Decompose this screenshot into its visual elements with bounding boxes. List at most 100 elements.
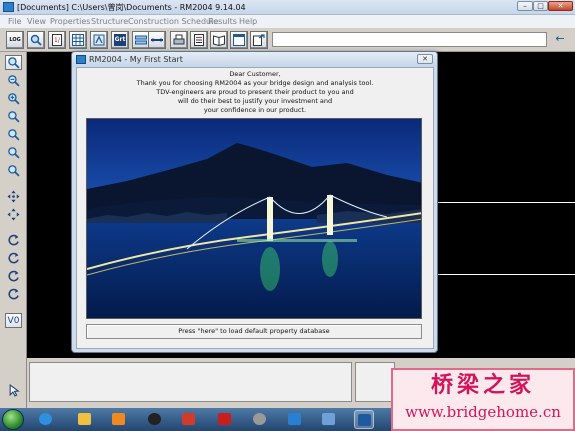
folder-icon — [78, 413, 91, 425]
window-icon — [233, 34, 245, 46]
menu-view[interactable]: View — [27, 15, 46, 28]
app-icon — [288, 413, 301, 425]
menu-results[interactable]: Results — [208, 15, 237, 28]
watermark-title: 桥梁之家 — [430, 372, 535, 398]
taskbar-rm2004[interactable] — [354, 410, 374, 429]
dialog-close-button[interactable]: ✕ — [417, 54, 433, 64]
menu-properties[interactable]: Properties — [50, 15, 90, 28]
browser-icon — [39, 413, 52, 425]
zoom-window-tool[interactable] — [5, 91, 22, 106]
zoom-window-icon — [8, 93, 20, 105]
taskbar-chat[interactable] — [250, 410, 270, 429]
zoom-out-icon — [8, 75, 20, 87]
grid-button[interactable]: Grt — [111, 31, 129, 49]
log-icon: LOG — [9, 37, 21, 43]
output-box[interactable] — [29, 362, 352, 402]
move-arrows-icon — [7, 208, 20, 221]
zoom-extend-icon — [8, 147, 20, 159]
taskbar-qq[interactable] — [145, 410, 165, 429]
taskbar-pdf[interactable] — [215, 410, 235, 429]
zoom-out-tool[interactable] — [5, 73, 22, 88]
pointer-icon — [9, 384, 20, 397]
taskbar-game[interactable] — [179, 410, 199, 429]
zoom-previous-tool[interactable] — [5, 127, 22, 142]
workspace-line — [438, 274, 575, 275]
rotate-y-tool[interactable] — [5, 251, 22, 266]
taskbar-virtualbox[interactable] — [319, 410, 339, 429]
command-input[interactable] — [272, 32, 547, 47]
maximize-button[interactable]: □ — [533, 1, 548, 11]
rotate-reset-tool[interactable] — [5, 287, 22, 302]
book-icon — [213, 35, 225, 46]
window-button[interactable] — [230, 31, 248, 49]
rotate-icon — [8, 252, 19, 264]
penguin-icon — [148, 413, 161, 425]
grid-icon: Grt — [114, 34, 126, 46]
calculator-button[interactable]: 1/ — [48, 31, 66, 49]
taskbar-ie[interactable] — [36, 410, 56, 429]
bridge-photo-image — [87, 119, 421, 318]
move-arrows-icon — [7, 190, 20, 203]
pdf-icon — [218, 413, 231, 425]
report-button[interactable] — [190, 31, 208, 49]
dialog-app-icon — [76, 55, 86, 64]
zoom-all-tool[interactable] — [5, 109, 22, 124]
menu-structure[interactable]: Structure — [91, 15, 128, 28]
table-button[interactable] — [69, 31, 87, 49]
chat-icon — [253, 413, 266, 425]
rotate-icon — [8, 270, 19, 282]
load-database-label[interactable]: Press "here" to load default property da… — [86, 324, 422, 339]
table-icon — [72, 34, 84, 46]
cable-button[interactable] — [148, 31, 166, 49]
zoom-reset-icon — [8, 165, 20, 177]
cable-icon — [151, 38, 163, 42]
watermark-url: www.bridgehome.cn — [405, 403, 561, 421]
section-button[interactable] — [90, 31, 108, 49]
beam-icon — [135, 35, 147, 45]
report-icon — [194, 34, 204, 46]
section-icon — [93, 34, 105, 46]
game-icon — [182, 413, 195, 425]
rotate-x-tool[interactable] — [5, 233, 22, 248]
zoom-reset-tool[interactable] — [5, 163, 22, 178]
rotate-icon — [8, 234, 19, 246]
printer-icon — [173, 34, 185, 45]
export-icon — [253, 34, 265, 46]
book-button[interactable] — [210, 31, 228, 49]
start-button[interactable] — [2, 409, 24, 430]
dialog-title: RM2004 - My First Start — [89, 55, 183, 64]
menu-construction-schedule[interactable]: Construction Schedule — [128, 15, 218, 28]
back-arrow-icon[interactable]: ← — [553, 33, 567, 46]
cube-icon — [322, 413, 335, 425]
taskbar-media[interactable] — [109, 410, 129, 429]
move-tool[interactable] — [5, 207, 22, 222]
svg-text:1/: 1/ — [54, 37, 61, 44]
print-button[interactable] — [170, 31, 188, 49]
help-pointer-icon[interactable] — [7, 384, 22, 399]
zoom-button[interactable] — [27, 31, 45, 49]
app-icon[interactable] — [3, 2, 14, 12]
zoom-in-icon — [8, 57, 20, 69]
taskbar-app[interactable] — [285, 410, 305, 429]
v0-tool[interactable]: V0 — [5, 313, 22, 328]
menu-file[interactable]: File — [8, 15, 21, 28]
close-button[interactable]: ✕ — [548, 1, 573, 11]
media-player-icon — [112, 413, 125, 425]
rotate-icon — [8, 288, 19, 300]
zoom-previous-icon — [8, 129, 20, 141]
minimize-button[interactable]: – — [517, 1, 533, 11]
zoom-in-tool[interactable] — [5, 55, 22, 70]
rm-icon — [358, 414, 371, 426]
message-line: your confidence in our product. — [203, 106, 307, 114]
log-button[interactable]: LOG — [6, 31, 24, 49]
zoom-extend-tool[interactable] — [5, 145, 22, 160]
rotate-z-tool[interactable] — [5, 269, 22, 284]
taskbar-explorer[interactable] — [75, 410, 95, 429]
menu-help[interactable]: Help — [239, 15, 257, 28]
zoom-all-icon — [8, 111, 20, 123]
workspace-line — [438, 202, 575, 203]
pan-tool[interactable] — [5, 189, 22, 204]
calculator-icon: 1/ — [52, 34, 62, 46]
export-button[interactable] — [250, 31, 268, 49]
magnifier-icon — [30, 34, 42, 46]
